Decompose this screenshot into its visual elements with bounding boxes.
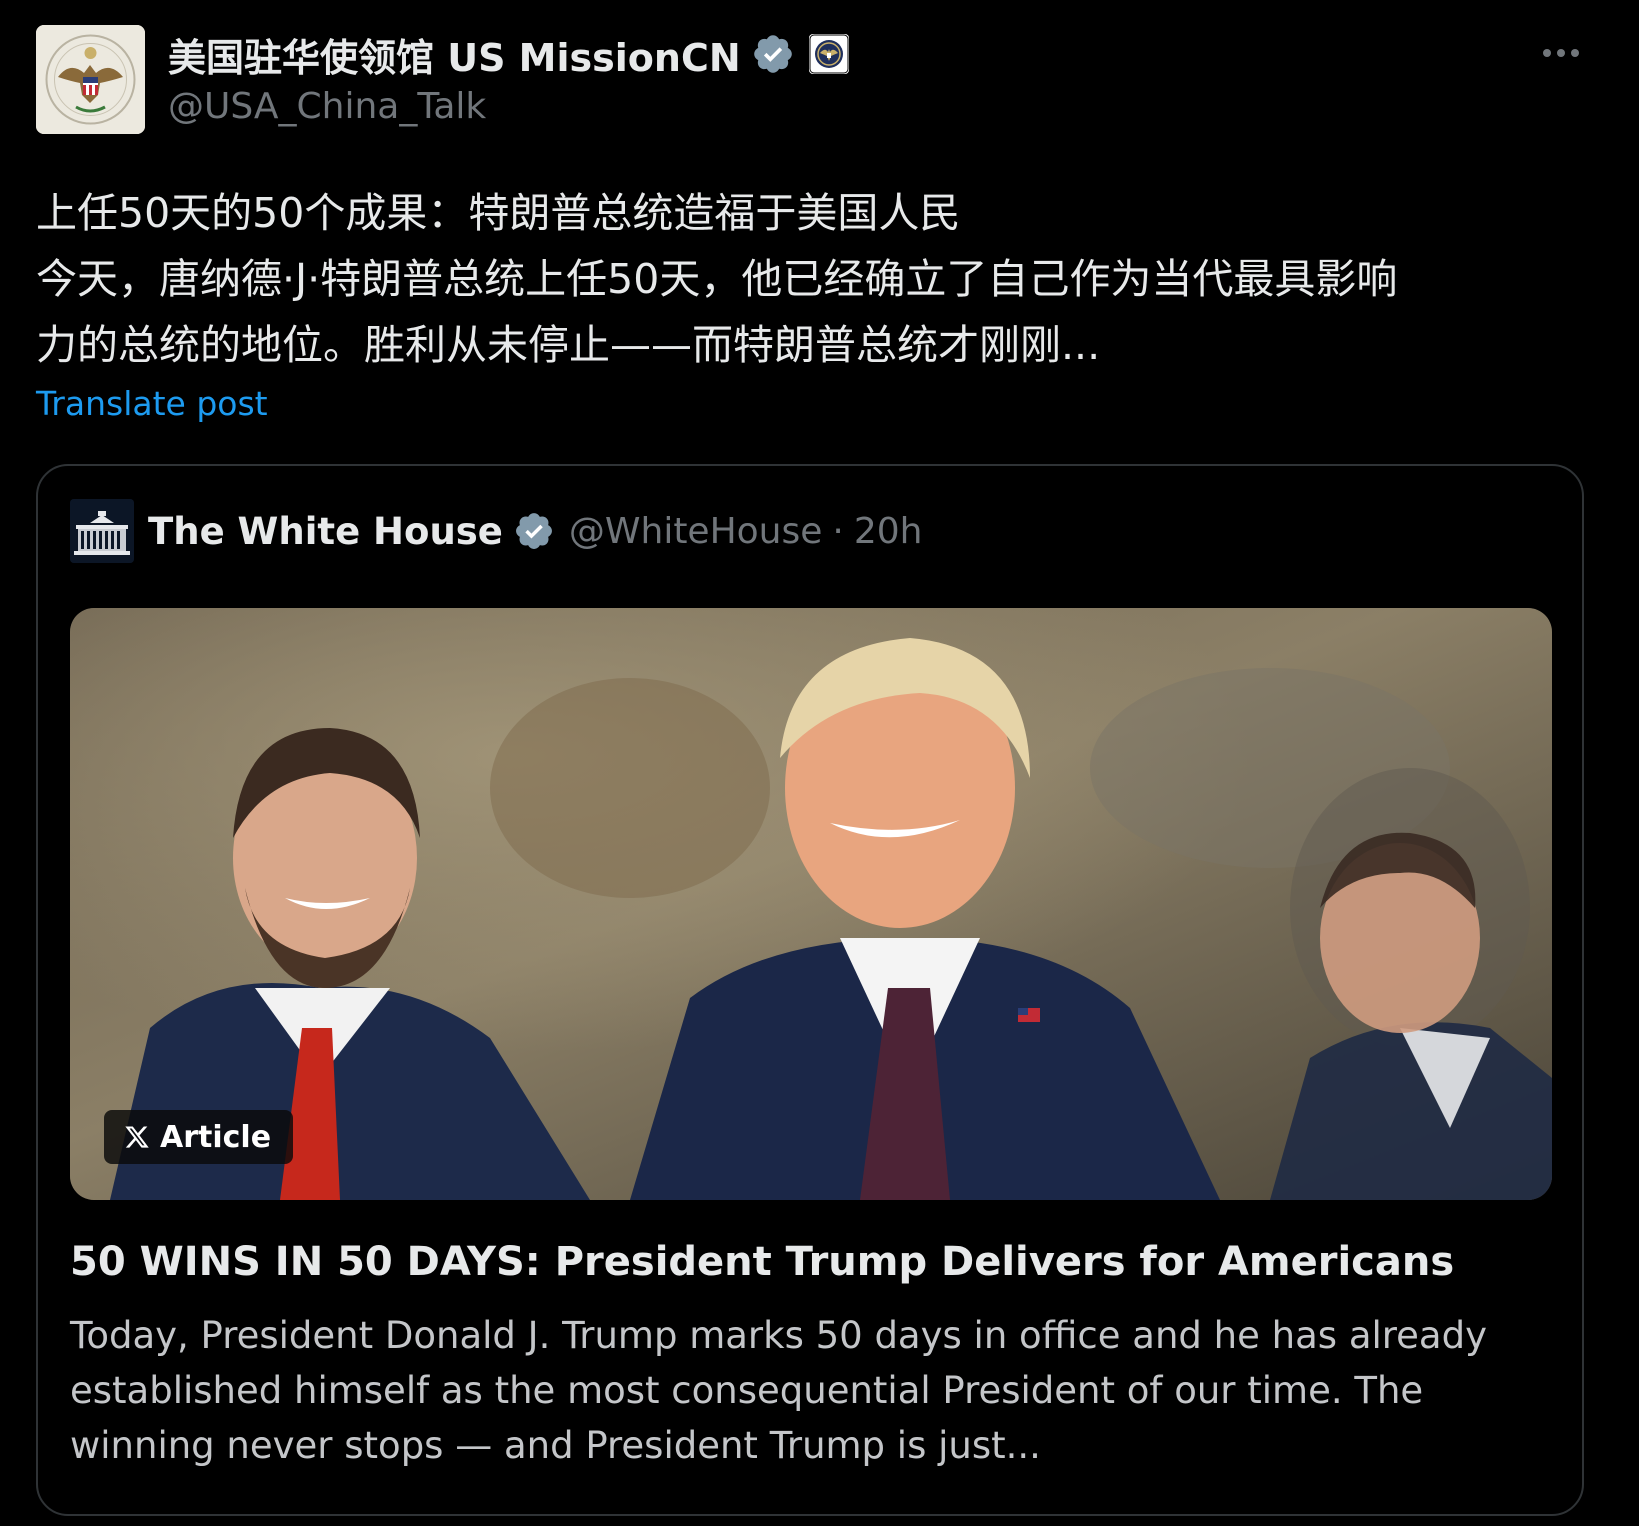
post-text: 上任50天的50个成果：特朗普总统造福于美国人民 今天，唐纳德·J·特朗普总统上… (36, 180, 1596, 378)
quoted-post-header: The White House @WhiteHouse · 20h (70, 498, 922, 564)
quoted-post-card[interactable]: The White House @WhiteHouse · 20h Articl… (36, 464, 1584, 1516)
quoted-author-handle[interactable]: @WhiteHouse (569, 511, 823, 552)
article-label: Article (160, 1119, 272, 1155)
post-text-line: 力的总统的地位。胜利从未停止——而特朗普总统才刚刚... (36, 321, 1101, 369)
more-options-icon (1543, 49, 1579, 57)
verified-badge-icon[interactable] (751, 32, 795, 76)
article-title[interactable]: 50 WINS IN 50 DAYS: President Trump Deli… (70, 1234, 1560, 1290)
author-name-row: 美国驻华使领馆 US MissionCN (168, 26, 849, 82)
article-summary-line: Today, President Donald J. Trump marks 5… (70, 1314, 1487, 1357)
x-logo-icon (125, 1126, 149, 1148)
quoted-post-timestamp[interactable]: 20h (854, 511, 923, 552)
author-avatar[interactable] (36, 25, 145, 134)
article-image[interactable]: Article (70, 608, 1552, 1200)
author-handle[interactable]: @USA_China_Talk (168, 86, 849, 127)
separator-dot: · (832, 510, 844, 552)
post-header: 美国驻华使领馆 US MissionCN @USA_China_Talk (168, 26, 849, 127)
article-summary: Today, President Donald J. Trump marks 5… (70, 1308, 1560, 1473)
author-display-name[interactable]: 美国驻华使领馆 US MissionCN (168, 27, 741, 82)
verified-badge-icon[interactable] (513, 510, 555, 552)
government-seal-badge-icon[interactable] (808, 34, 849, 74)
quoted-author-display-name[interactable]: The White House (148, 510, 503, 553)
translate-post-link[interactable]: Translate post (36, 384, 268, 423)
post-text-line: 上任50天的50个成果：特朗普总统造福于美国人民 (36, 189, 961, 237)
article-badge: Article (104, 1110, 294, 1164)
article-photo (70, 608, 1552, 1200)
embassy-seal-icon (36, 25, 145, 134)
post: 美国驻华使领馆 US MissionCN @USA_China_Talk 上任5… (0, 0, 1639, 1526)
more-options-button[interactable] (1536, 28, 1586, 78)
white-house-logo-icon (70, 499, 134, 563)
article-summary-line: established himself as the most conseque… (70, 1369, 1424, 1412)
article-summary-line: winning never stops — and President Trum… (70, 1424, 1041, 1467)
post-text-line: 今天，唐纳德·J·特朗普总统上任50天，他已经确立了自己作为当代最具影响 (36, 255, 1398, 303)
quoted-author-avatar[interactable] (70, 499, 134, 563)
